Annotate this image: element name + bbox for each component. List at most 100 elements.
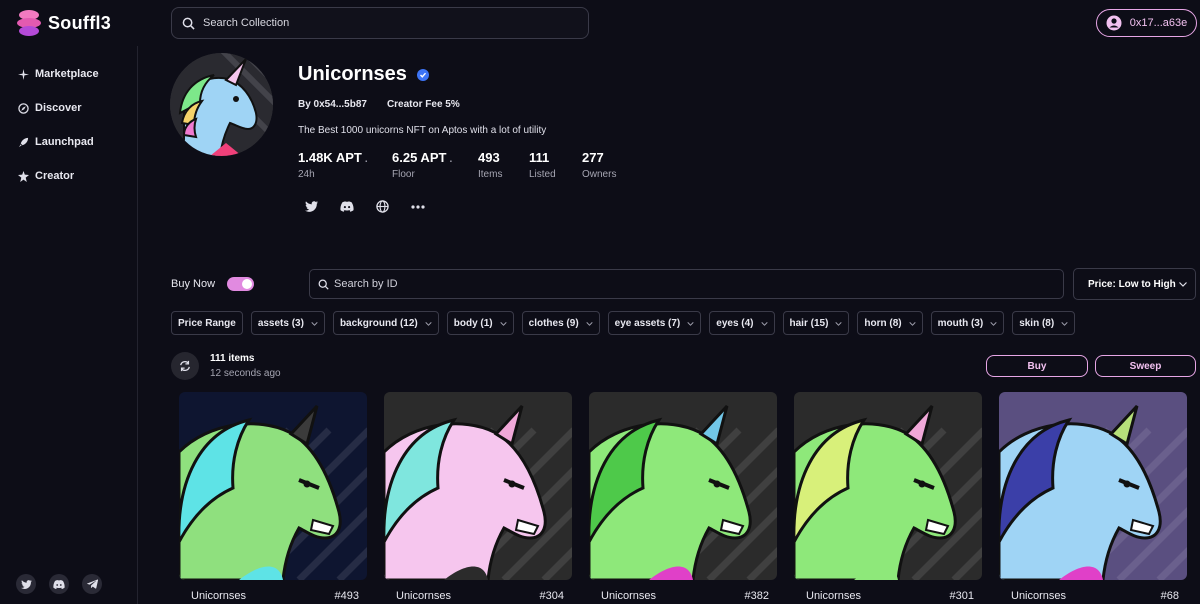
stat-volume-24h: 1.48K APT. 24h [298, 150, 368, 180]
filter-label: eye assets (7) [614, 317, 681, 329]
sidebar-item-label: Creator [35, 170, 75, 182]
discord-icon[interactable] [340, 201, 354, 212]
items-count: 111 items [210, 353, 255, 364]
filter-label: body (1) [453, 317, 493, 329]
nft-card[interactable]: Unicornses #304 [384, 392, 572, 602]
creator-address[interactable]: By 0x54...5b87 [298, 99, 367, 110]
stat-listed: 111 Listed [529, 150, 556, 180]
unicorn-avatar-image [170, 53, 273, 156]
filter-label: hair (15) [789, 317, 829, 329]
nft-thumbnail[interactable] [179, 392, 367, 580]
chevron-down-icon [990, 319, 997, 328]
chevron-down-icon [586, 319, 593, 328]
filter-label: skin (8) [1019, 317, 1055, 329]
filter-chip[interactable]: eyes (4) [709, 311, 775, 335]
sidebar-item-creator[interactable]: Creator [18, 170, 74, 182]
twitter-icon[interactable] [305, 201, 318, 212]
sort-dropdown[interactable]: Price: Low to High [1073, 268, 1196, 300]
buy-now-label: Buy Now [171, 278, 216, 290]
stat-owners: 277 Owners [582, 150, 616, 180]
filter-chip[interactable]: horn (8) [857, 311, 923, 335]
nft-id: #304 [539, 590, 564, 602]
filter-chip[interactable]: clothes (9) [521, 311, 600, 335]
chevron-down-icon [1179, 281, 1187, 287]
buy-button[interactable]: Buy [986, 355, 1088, 377]
discord-icon[interactable] [49, 574, 69, 594]
nft-id: #68 [1160, 590, 1179, 602]
app-logo[interactable]: Souffl3 [16, 8, 111, 38]
filter-chip[interactable]: hair (15) [782, 311, 850, 335]
nft-card[interactable]: Unicornses #493 [179, 392, 367, 602]
twitter-icon[interactable] [16, 574, 36, 594]
search-collection-input[interactable]: Search Collection [171, 7, 589, 39]
refresh-icon [180, 360, 190, 372]
chevron-down-icon [425, 319, 432, 328]
search-icon [318, 279, 329, 290]
search-placeholder: Search Collection [203, 17, 290, 29]
nft-image [179, 392, 367, 580]
nft-thumbnail[interactable] [794, 392, 982, 580]
filter-chip[interactable]: body (1) [446, 311, 514, 335]
filter-chip[interactable]: background (12) [332, 311, 439, 335]
nft-name: Unicornses [396, 590, 452, 602]
telegram-icon[interactable] [82, 574, 102, 594]
nft-name: Unicornses [601, 590, 657, 602]
stat-label: Owners [582, 169, 617, 180]
app-name: Souffl3 [48, 12, 112, 33]
creator-icon [18, 170, 29, 182]
collection-links [305, 200, 425, 213]
filter-label: clothes (9) [528, 317, 579, 329]
sidebar-socials [16, 574, 102, 594]
refresh-button[interactable] [171, 352, 199, 380]
search-by-id-input[interactable]: Search by ID [309, 269, 1064, 299]
search-icon [182, 17, 195, 30]
stat-dot: . [449, 154, 453, 165]
filter-label: Price Range [178, 317, 236, 329]
sidebar-item-launchpad[interactable]: Launchpad [18, 136, 94, 148]
collection-avatar [170, 53, 273, 156]
stat-value: 493 [478, 150, 500, 165]
collection-name: Unicornses [298, 63, 407, 85]
filter-label: eyes (4) [716, 317, 754, 329]
filter-chip[interactable]: eye assets (7) [607, 311, 702, 335]
chevron-down-icon [835, 319, 843, 328]
sidebar-item-discover[interactable]: Discover [18, 102, 81, 114]
nft-card[interactable]: Unicornses #301 [794, 392, 982, 602]
nft-image [794, 392, 982, 580]
chevron-down-icon [687, 319, 694, 328]
wallet-button[interactable]: 0x17...a63e [1096, 9, 1197, 37]
last-updated: 12 seconds ago [210, 368, 281, 379]
nft-card[interactable]: Unicornses #68 [999, 392, 1187, 602]
stat-items: 493 Items [478, 150, 502, 180]
sidebar-item-marketplace[interactable]: Marketplace [18, 68, 99, 80]
stat-label: Floor [392, 169, 415, 180]
nft-id: #301 [949, 590, 974, 602]
sweep-button[interactable]: Sweep [1095, 355, 1196, 377]
buy-now-toggle[interactable] [227, 277, 255, 291]
nft-image [384, 392, 572, 580]
filter-chip[interactable]: mouth (3) [930, 311, 1005, 335]
filter-chip[interactable]: assets (3) [250, 311, 325, 335]
stat-label: 24h [298, 169, 315, 180]
nft-card[interactable]: Unicornses #382 [589, 392, 777, 602]
collection-title: Unicornses [298, 63, 429, 86]
nft-name: Unicornses [806, 590, 862, 602]
chevron-down-icon [909, 319, 916, 328]
filter-chip[interactable]: skin (8) [1012, 311, 1076, 335]
more-icon[interactable] [411, 204, 425, 209]
souffl3-logo-icon [17, 10, 41, 36]
sidebar-item-label: Launchpad [35, 136, 94, 148]
results-info: 111 items 12 seconds ago [210, 353, 281, 379]
nft-thumbnail[interactable] [384, 392, 572, 580]
stat-label: Listed [529, 169, 556, 180]
sparkle-icon [18, 68, 29, 80]
rocket-icon [18, 137, 29, 147]
globe-icon[interactable] [376, 200, 389, 213]
nft-thumbnail[interactable] [589, 392, 777, 580]
filter-chip[interactable]: Price Range [171, 311, 243, 335]
user-icon [1106, 15, 1122, 31]
nft-image [999, 392, 1187, 580]
filter-label: horn (8) [864, 317, 902, 329]
nft-thumbnail[interactable] [999, 392, 1187, 580]
verified-badge-icon [416, 68, 429, 81]
